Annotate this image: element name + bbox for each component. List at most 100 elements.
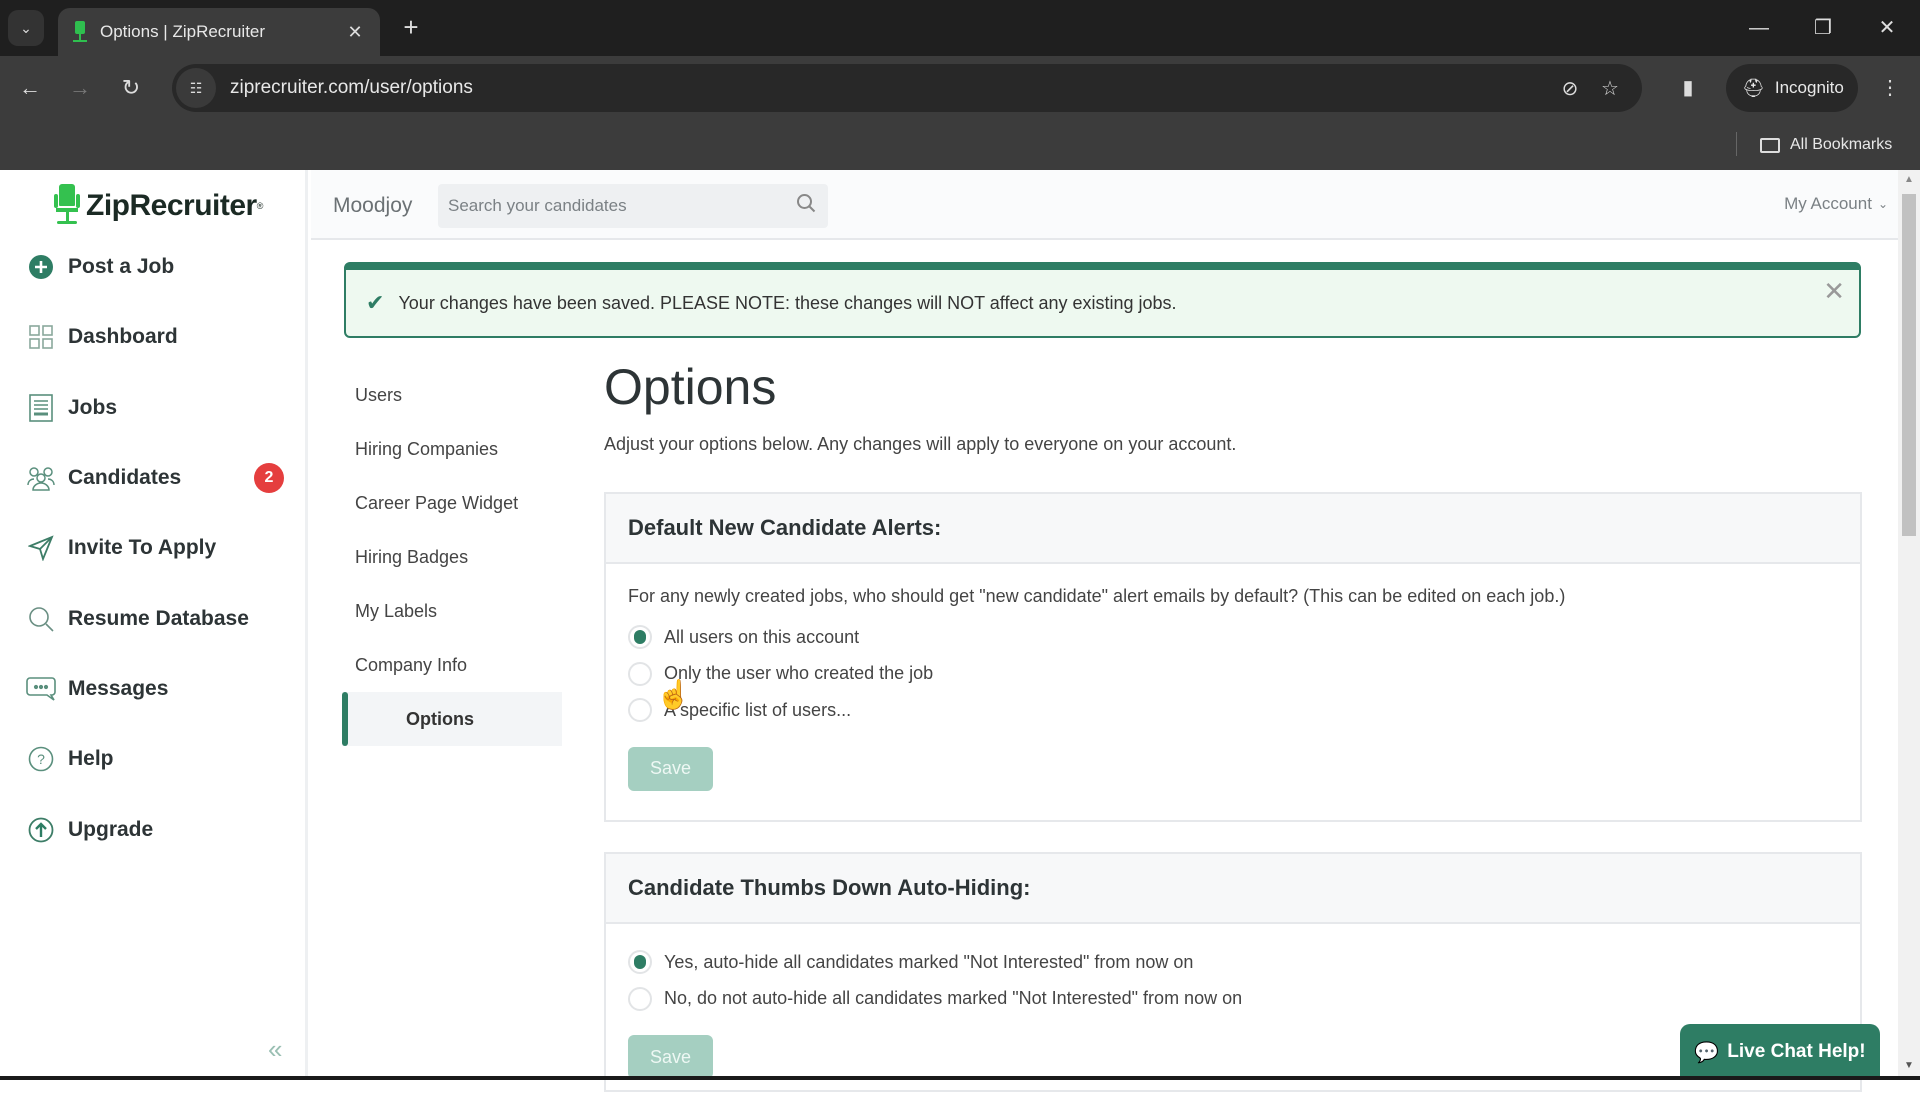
radio-option-all-users[interactable]: All users on this account bbox=[628, 619, 1838, 656]
sidebar-item-messages[interactable]: Messages bbox=[0, 654, 305, 724]
scroll-up-arrow-icon[interactable]: ▲ bbox=[1898, 174, 1920, 190]
sidebar-item-label: Invite To Apply bbox=[68, 536, 217, 560]
minimize-window-button[interactable]: — bbox=[1734, 10, 1784, 46]
ziprecruiter-logo[interactable]: ZipRecruiter ® bbox=[54, 184, 263, 228]
radio-option-specific-list[interactable]: A specific list of users... bbox=[628, 692, 1838, 729]
sub-nav-hiring-companies[interactable]: Hiring Companies bbox=[342, 422, 562, 476]
live-chat-label: Live Chat Help! bbox=[1727, 1041, 1866, 1062]
sidebar-item-jobs[interactable]: Jobs bbox=[0, 373, 305, 443]
sidebar-item-help[interactable]: ? Help bbox=[0, 724, 305, 794]
all-bookmarks-button[interactable]: All Bookmarks bbox=[1760, 130, 1892, 160]
radio-button[interactable] bbox=[628, 661, 652, 686]
tab-search-button[interactable]: ⌄ bbox=[8, 10, 44, 46]
url-text[interactable]: ziprecruiter.com/user/options bbox=[230, 77, 1550, 99]
radio-button[interactable] bbox=[628, 986, 652, 1011]
radio-option-auto-hide-no[interactable]: No, do not auto-hide all candidates mark… bbox=[628, 981, 1838, 1018]
page: ZipRecruiter® Post a Job Dashboard Jobs bbox=[0, 170, 1920, 1092]
radio-button-checked[interactable] bbox=[628, 950, 652, 975]
ziprecruiter-favicon-icon bbox=[72, 21, 88, 43]
sidebar-nav: Post a Job Dashboard Jobs Candidates 2 I… bbox=[0, 232, 305, 865]
new-tab-button[interactable]: + bbox=[396, 12, 426, 42]
bookmark-star-icon[interactable]: ☆ bbox=[1590, 76, 1630, 101]
site-info-icon[interactable]: ☷ bbox=[176, 68, 216, 108]
sidebar-item-invite-to-apply[interactable]: Invite To Apply bbox=[0, 513, 305, 583]
sidebar-item-candidates[interactable]: Candidates 2 bbox=[0, 443, 305, 513]
close-tab-icon[interactable]: ✕ bbox=[344, 22, 366, 43]
side-panel-icon[interactable]: ▮ bbox=[1670, 70, 1706, 106]
restore-window-button[interactable]: ❐ bbox=[1798, 10, 1848, 46]
brand-name: ZipRecruiter bbox=[86, 189, 257, 222]
sub-nav-users[interactable]: Users bbox=[342, 368, 562, 422]
people-icon bbox=[26, 463, 56, 493]
folder-icon bbox=[1760, 137, 1780, 153]
eye-off-icon[interactable]: ⊘ bbox=[1550, 76, 1590, 101]
thumbs-down-auto-hiding-card: Candidate Thumbs Down Auto-Hiding: Yes, … bbox=[604, 852, 1862, 1092]
bookmarks-bar: All Bookmarks bbox=[0, 120, 1920, 170]
sub-nav-my-labels[interactable]: My Labels bbox=[342, 584, 562, 638]
sidebar-item-label: Dashboard bbox=[68, 325, 178, 349]
incognito-label: Incognito bbox=[1774, 78, 1844, 97]
page-description: Adjust your options below. Any changes w… bbox=[604, 434, 1237, 454]
back-button[interactable]: ← bbox=[12, 70, 48, 106]
close-window-button[interactable]: ✕ bbox=[1862, 10, 1912, 46]
my-account-label: My Account bbox=[1784, 194, 1872, 213]
company-name: Moodjoy bbox=[333, 194, 413, 217]
incognito-icon: ⛑ bbox=[1742, 77, 1765, 98]
sidebar-item-dashboard[interactable]: Dashboard bbox=[0, 302, 305, 372]
taskbar-edge bbox=[0, 1076, 1920, 1080]
tab-strip: ⌄ Options | ZipRecruiter ✕ + — ❐ ✕ bbox=[0, 0, 1920, 56]
close-alert-icon[interactable]: ✕ bbox=[1823, 276, 1845, 307]
chat-icon bbox=[26, 674, 56, 704]
sub-nav-company-info[interactable]: Company Info bbox=[342, 638, 562, 692]
browser-menu-icon[interactable]: ⋮ bbox=[1872, 70, 1908, 106]
scroll-down-arrow-icon[interactable]: ▼ bbox=[1898, 1060, 1920, 1076]
upgrade-icon bbox=[26, 815, 56, 845]
radio-label: Yes, auto-hide all candidates marked "No… bbox=[664, 951, 1194, 972]
browser-tab-active[interactable]: Options | ZipRecruiter ✕ bbox=[58, 8, 380, 56]
sidebar-item-label: Upgrade bbox=[68, 817, 154, 841]
radio-button-checked[interactable] bbox=[628, 625, 652, 650]
card-question: For any newly created jobs, who should g… bbox=[628, 586, 1566, 606]
scrollbar-thumb[interactable] bbox=[1902, 194, 1916, 536]
page-scrollbar[interactable]: ▲ ▼ bbox=[1898, 170, 1920, 1080]
plus-circle-icon bbox=[26, 252, 56, 282]
sidebar-item-resume-database[interactable]: Resume Database bbox=[0, 583, 305, 653]
default-candidate-alerts-card: Default New Candidate Alerts: For any ne… bbox=[604, 492, 1862, 822]
sidebar-item-upgrade[interactable]: Upgrade bbox=[0, 794, 305, 864]
radio-button[interactable] bbox=[628, 698, 652, 723]
search-icon bbox=[26, 604, 56, 634]
sidebar-item-label: Messages bbox=[68, 676, 169, 700]
live-chat-button[interactable]: 💬 Live Chat Help! bbox=[1680, 1024, 1880, 1080]
sub-nav-career-page-widget[interactable]: Career Page Widget bbox=[342, 476, 562, 530]
sub-nav-options[interactable]: Options bbox=[342, 692, 562, 746]
incognito-indicator[interactable]: ⛑ Incognito bbox=[1726, 64, 1858, 112]
sidebar: ZipRecruiter® Post a Job Dashboard Jobs bbox=[0, 170, 308, 1080]
radio-option-auto-hide-yes[interactable]: Yes, auto-hide all candidates marked "No… bbox=[628, 944, 1838, 981]
radio-option-creator-only[interactable]: Only the user who created the job bbox=[628, 656, 1838, 693]
chevron-down-icon: ⌄ bbox=[1877, 197, 1888, 211]
bookmarks-divider bbox=[1736, 132, 1737, 156]
radio-label: All users on this account bbox=[664, 626, 860, 647]
candidate-search-input[interactable] bbox=[438, 196, 784, 216]
sidebar-item-post-a-job[interactable]: Post a Job bbox=[0, 232, 305, 302]
candidate-search[interactable] bbox=[438, 184, 828, 228]
save-auto-hiding-button[interactable]: Save bbox=[628, 1035, 713, 1079]
collapse-sidebar-icon[interactable]: « bbox=[268, 1034, 282, 1065]
settings-sub-nav: Users Hiring Companies Career Page Widge… bbox=[342, 368, 562, 746]
browser-chrome: ⌄ Options | ZipRecruiter ✕ + — ❐ ✕ ← → ↻… bbox=[0, 0, 1920, 170]
address-bar[interactable]: ☷ ziprecruiter.com/user/options ⊘ ☆ bbox=[172, 64, 1642, 112]
main-content: Options Adjust your options below. Any c… bbox=[604, 358, 1862, 1092]
sidebar-item-label: Resume Database bbox=[68, 606, 249, 630]
my-account-menu[interactable]: My Account ⌄ bbox=[1784, 194, 1888, 214]
page-title: Options bbox=[604, 359, 777, 415]
save-alerts-button[interactable]: Save bbox=[628, 746, 713, 791]
app-header: Moodjoy My Account ⌄ bbox=[311, 170, 1898, 240]
grid-icon bbox=[26, 322, 56, 352]
sidebar-item-label: Candidates bbox=[68, 466, 182, 490]
send-icon bbox=[26, 533, 56, 563]
search-icon[interactable] bbox=[784, 193, 828, 219]
reload-button[interactable]: ↻ bbox=[113, 70, 149, 106]
browser-toolbar: ← → ↻ ☷ ziprecruiter.com/user/options ⊘ … bbox=[0, 56, 1920, 120]
sub-nav-hiring-badges[interactable]: Hiring Badges bbox=[342, 530, 562, 584]
forward-button[interactable]: → bbox=[62, 70, 98, 106]
